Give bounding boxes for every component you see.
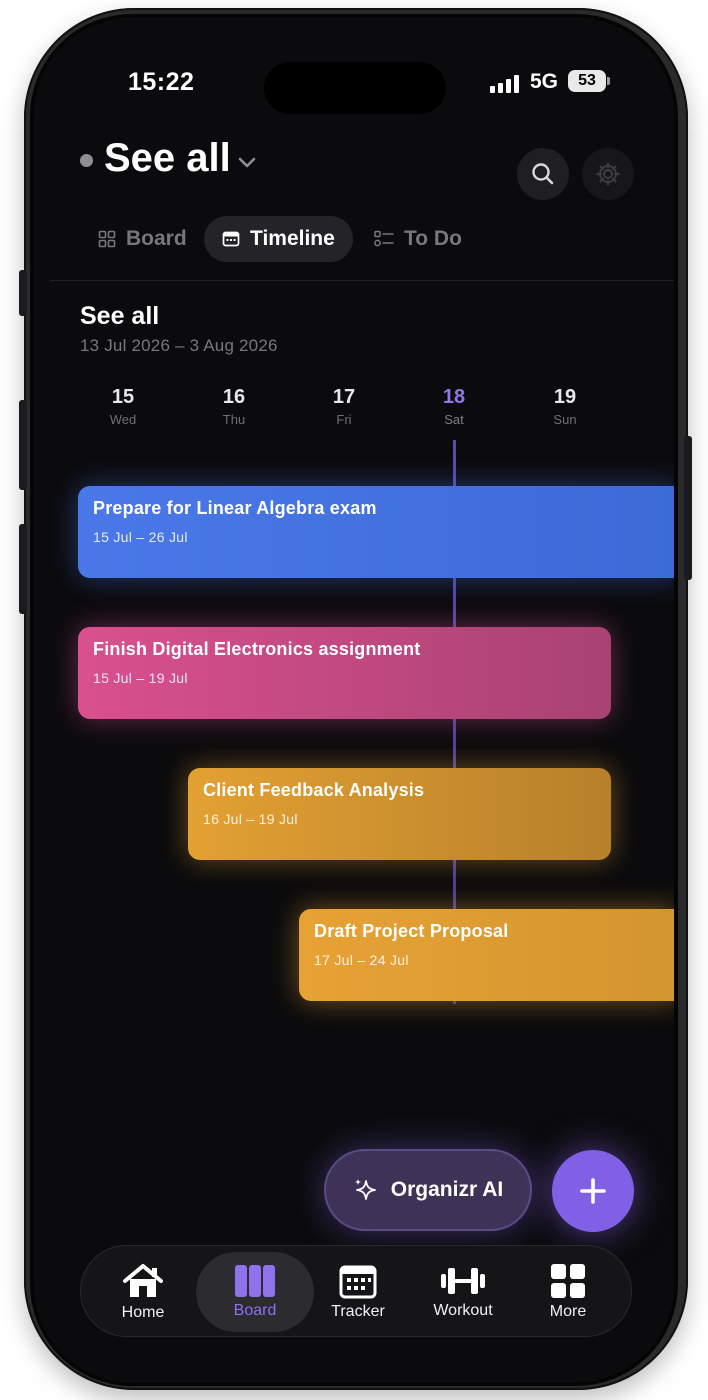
action-button <box>19 270 27 316</box>
tab-timeline[interactable]: Timeline <box>204 216 353 262</box>
task-dates: 15 Jul – 26 Jul <box>93 529 188 545</box>
day-number: 18 <box>442 386 466 408</box>
nav-tracker[interactable]: Tracker <box>306 1252 410 1332</box>
tab-board-label: Board <box>126 227 187 250</box>
day-column-header[interactable]: 19 Sun <box>525 386 605 427</box>
task-title: Client Feedback Analysis <box>203 780 425 800</box>
nav-workout[interactable]: Workout <box>411 1252 515 1332</box>
signal-icon <box>490 75 519 93</box>
day-number: 15 <box>111 386 135 408</box>
battery-icon: 53 <box>568 70 606 92</box>
title-dot <box>80 154 93 167</box>
day-name: Thu <box>222 412 246 427</box>
tab-timeline-label: Timeline <box>250 227 335 250</box>
volume-up-button <box>19 400 27 490</box>
dumbbell-icon <box>441 1268 485 1294</box>
day-column-header[interactable]: 15 Wed <box>83 386 163 427</box>
day-number: 19 <box>553 386 577 408</box>
plus-icon <box>580 1178 606 1204</box>
status-time: 15:22 <box>128 68 195 96</box>
power-button <box>684 436 692 580</box>
task-dates: 15 Jul – 19 Jul <box>93 670 188 686</box>
sparkle-icon <box>354 1179 376 1200</box>
organizr-ai-button[interactable]: Organizr AI <box>324 1149 532 1231</box>
nav-tracker-label: Tracker <box>331 1303 385 1320</box>
search-button[interactable] <box>517 148 569 200</box>
timeline-title: See all <box>80 302 160 330</box>
tab-todo-label: To Do <box>404 227 462 250</box>
bottom-navigation: Home Board Tracker Workout More <box>80 1245 632 1337</box>
tab-todo[interactable]: To Do <box>356 216 480 262</box>
day-column-header[interactable]: 16 Thu <box>194 386 274 427</box>
tracker-icon <box>339 1265 377 1299</box>
dynamic-island <box>264 62 446 114</box>
more-grid-icon <box>551 1264 585 1298</box>
day-number: 17 <box>332 386 356 408</box>
organizr-ai-label: Organizr AI <box>390 1178 504 1201</box>
battery-tip <box>607 77 610 85</box>
nav-home[interactable]: Home <box>91 1252 195 1332</box>
add-task-button[interactable] <box>552 1150 634 1232</box>
timeline-task-bar[interactable]: Prepare for Linear Algebra exam 15 Jul –… <box>78 486 674 578</box>
day-name: Wed <box>109 412 137 427</box>
day-name: Sun <box>553 412 577 427</box>
task-title: Draft Project Proposal <box>314 921 509 941</box>
timeline-task-bar[interactable]: Finish Digital Electronics assignment 15… <box>78 627 611 719</box>
task-title: Finish Digital Electronics assignment <box>93 639 421 659</box>
volume-down-button <box>19 524 27 614</box>
day-column-header-today[interactable]: 18 Sat <box>414 386 494 427</box>
task-dates: 16 Jul – 19 Jul <box>203 811 298 827</box>
nav-home-label: Home <box>121 1304 165 1321</box>
task-title: Prepare for Linear Algebra exam <box>93 498 377 518</box>
day-column-header[interactable]: 17 Fri <box>304 386 384 427</box>
board-icon <box>235 1265 275 1297</box>
page-title[interactable]: See all <box>104 136 231 181</box>
header-divider <box>50 280 674 281</box>
chevron-down-icon[interactable] <box>236 151 258 173</box>
nav-board[interactable]: Board <box>196 1252 314 1332</box>
day-name: Fri <box>336 412 352 427</box>
network-type: 5G <box>530 70 559 93</box>
nav-more-label: More <box>549 1303 587 1320</box>
nav-more[interactable]: More <box>516 1252 620 1332</box>
search-icon <box>532 163 554 185</box>
task-dates: 17 Jul – 24 Jul <box>314 952 409 968</box>
timeline-task-bar[interactable]: Draft Project Proposal 17 Jul – 24 Jul <box>299 909 674 1001</box>
settings-button[interactable] <box>582 148 634 200</box>
nav-workout-label: Workout <box>433 1302 493 1319</box>
tab-board[interactable]: Board <box>80 216 205 262</box>
home-icon <box>123 1264 163 1297</box>
day-number: 16 <box>222 386 246 408</box>
grid-icon <box>98 230 116 248</box>
timeline-date-range: 13 Jul 2026 – 3 Aug 2026 <box>80 336 278 355</box>
gear-icon <box>596 162 620 186</box>
calendar-icon <box>222 231 240 247</box>
timeline-task-bar[interactable]: Client Feedback Analysis 16 Jul – 19 Jul <box>188 768 611 860</box>
day-name: Sat <box>444 412 464 427</box>
nav-board-label: Board <box>233 1302 277 1319</box>
checklist-icon <box>374 230 394 247</box>
app-screen: 15:22 5G 53 See all Board Timeline To Do… <box>34 18 674 1382</box>
